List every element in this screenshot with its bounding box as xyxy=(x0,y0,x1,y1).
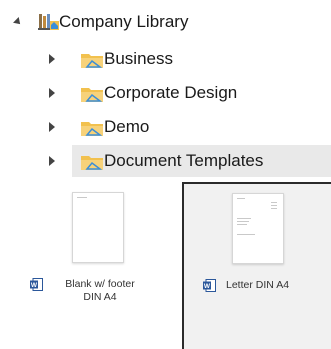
template-tile-blank-footer[interactable]: W Blank w/ footer DIN A4 xyxy=(20,182,180,349)
template-label-line1: Blank w/ footer xyxy=(65,278,135,290)
tree-item-demo[interactable]: Demo xyxy=(0,111,331,143)
tree-item-label: Document Templates xyxy=(104,151,264,170)
template-label-line2: DIN A4 xyxy=(83,291,117,303)
tree-item-corporate-design[interactable]: Corporate Design xyxy=(0,77,331,109)
tree-item-document-templates[interactable]: Document Templates xyxy=(49,145,331,177)
collapse-arrow-icon[interactable] xyxy=(13,17,23,27)
expand-arrow-icon[interactable] xyxy=(49,122,55,132)
template-thumbnail xyxy=(232,193,284,264)
svg-text:W: W xyxy=(204,283,211,290)
template-thumbnail xyxy=(72,192,124,263)
library-browser: Company Library Business Corporate Desig… xyxy=(0,0,331,349)
folder-icon xyxy=(81,156,103,170)
folder-icon xyxy=(81,122,103,136)
tree-item-label: Business xyxy=(104,49,173,68)
expand-arrow-icon[interactable] xyxy=(49,156,55,166)
word-icon: W xyxy=(203,279,216,292)
word-icon: W xyxy=(30,278,43,291)
library-icon xyxy=(38,14,59,30)
folder-icon xyxy=(81,54,103,68)
tree-item-label: Corporate Design xyxy=(104,83,238,102)
template-label-line1: Letter DIN A4 xyxy=(226,279,290,291)
expand-arrow-icon[interactable] xyxy=(49,88,55,98)
tree-item-label: Demo xyxy=(104,117,150,136)
template-label: Blank w/ footer DIN A4 xyxy=(50,278,150,304)
folder-icon xyxy=(81,88,103,102)
template-label: Letter DIN A4 xyxy=(226,279,316,292)
tree-item-business[interactable]: Business xyxy=(0,43,331,75)
expand-arrow-icon[interactable] xyxy=(49,54,55,64)
tree-root-label: Company Library xyxy=(59,12,189,31)
svg-text:W: W xyxy=(31,282,38,289)
template-tile-letter-din-a4[interactable]: W Letter DIN A4 xyxy=(182,182,331,349)
tree-root-company-library[interactable]: Company Library xyxy=(0,6,331,38)
